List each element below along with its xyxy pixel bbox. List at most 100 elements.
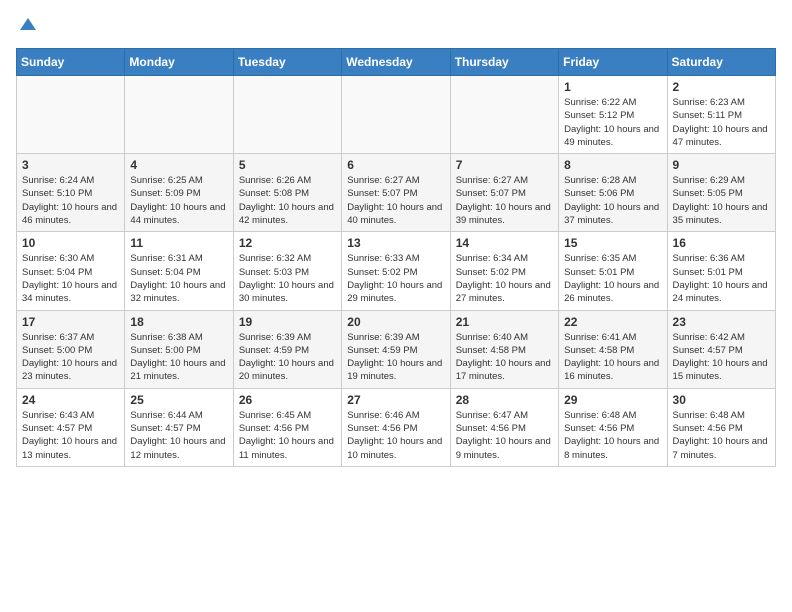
cell-content: Sunrise: 6:34 AMSunset: 5:02 PMDaylight:…: [456, 252, 553, 305]
cell-content: Sunrise: 6:32 AMSunset: 5:03 PMDaylight:…: [239, 252, 336, 305]
calendar-cell: 4Sunrise: 6:25 AMSunset: 5:09 PMDaylight…: [125, 154, 233, 232]
calendar-cell: [342, 76, 450, 154]
calendar-cell: 16 Sunrise: 6:36 AMSunset: 5:01 PMDayligh…: [667, 232, 775, 310]
cell-content: Sunrise: 6:35 AMSunset: 5:01 PMDaylight:…: [564, 252, 661, 305]
cell-content: Sunrise: 6:45 AMSunset: 4:56 PMDaylight:…: [239, 409, 336, 462]
cell-content: Sunrise: 6:41 AMSunset: 4:58 PMDaylight:…: [564, 331, 661, 384]
calendar-week-row: 1Sunrise: 6:22 AMSunset: 5:12 PMDaylight…: [17, 76, 776, 154]
weekday-header: Friday: [559, 49, 667, 76]
day-number: 29: [564, 393, 661, 407]
calendar-cell: 5 Sunrise: 6:26 AMSunset: 5:08 PMDaylight…: [233, 154, 341, 232]
calendar-cell: 24Sunrise: 6:43 AMSunset: 4:57 PMDayligh…: [17, 388, 125, 466]
day-number: 8: [564, 158, 661, 172]
logo: [16, 16, 38, 36]
day-number: 28: [456, 393, 553, 407]
cell-content: Sunrise: 6:37 AMSunset: 5:00 PMDaylight:…: [22, 331, 119, 384]
cell-content: Sunrise: 6:24 AMSunset: 5:10 PMDaylight:…: [22, 174, 119, 227]
cell-content: Sunrise: 6:39 AMSunset: 4:59 PMDaylight:…: [239, 331, 336, 384]
day-number: 25: [130, 393, 227, 407]
calendar-cell: 7 Sunrise: 6:27 AMSunset: 5:07 PMDaylight…: [450, 154, 558, 232]
calendar-cell: 15 Sunrise: 6:35 AMSunset: 5:01 PMDayligh…: [559, 232, 667, 310]
cell-content: Sunrise: 6:48 AMSunset: 4:56 PMDaylight:…: [564, 409, 661, 462]
day-number: 11: [130, 236, 227, 250]
calendar-cell: 26 Sunrise: 6:45 AMSunset: 4:56 PMDayligh…: [233, 388, 341, 466]
cell-content: Sunrise: 6:36 AMSunset: 5:01 PMDaylight:…: [673, 252, 770, 305]
day-number: 6: [347, 158, 444, 172]
cell-content: Sunrise: 6:26 AMSunset: 5:08 PMDaylight:…: [239, 174, 336, 227]
cell-content: Sunrise: 6:47 AMSunset: 4:56 PMDaylight:…: [456, 409, 553, 462]
day-number: 26: [239, 393, 336, 407]
cell-content: Sunrise: 6:28 AMSunset: 5:06 PMDaylight:…: [564, 174, 661, 227]
day-number: 23: [673, 315, 770, 329]
cell-content: Sunrise: 6:43 AMSunset: 4:57 PMDaylight:…: [22, 409, 119, 462]
logo-icon: [18, 16, 38, 36]
day-number: 15: [564, 236, 661, 250]
calendar-cell: 6 Sunrise: 6:27 AMSunset: 5:07 PMDaylight…: [342, 154, 450, 232]
day-number: 10: [22, 236, 119, 250]
weekday-header: Saturday: [667, 49, 775, 76]
day-number: 30: [673, 393, 770, 407]
weekday-header: Monday: [125, 49, 233, 76]
calendar-cell: 11 Sunrise: 6:31 AMSunset: 5:04 PMDayligh…: [125, 232, 233, 310]
calendar-cell: 30 Sunrise: 6:48 AMSunset: 4:56 PMDayligh…: [667, 388, 775, 466]
calendar-cell: 12 Sunrise: 6:32 AMSunset: 5:03 PMDayligh…: [233, 232, 341, 310]
calendar-cell: 18 Sunrise: 6:38 AMSunset: 5:00 PMDayligh…: [125, 310, 233, 388]
calendar-week-row: 3 Sunrise: 6:24 AMSunset: 5:10 PMDaylight…: [17, 154, 776, 232]
day-number: 9: [673, 158, 770, 172]
calendar-cell: [450, 76, 558, 154]
calendar-cell: [125, 76, 233, 154]
weekday-header: Sunday: [17, 49, 125, 76]
day-number: 12: [239, 236, 336, 250]
cell-content: Sunrise: 6:42 AMSunset: 4:57 PMDaylight:…: [673, 331, 770, 384]
calendar-cell: 25Sunrise: 6:44 AMSunset: 4:57 PMDayligh…: [125, 388, 233, 466]
cell-content: Sunrise: 6:48 AMSunset: 4:56 PMDaylight:…: [673, 409, 770, 462]
calendar-cell: 3 Sunrise: 6:24 AMSunset: 5:10 PMDaylight…: [17, 154, 125, 232]
calendar-cell: 8 Sunrise: 6:28 AMSunset: 5:06 PMDaylight…: [559, 154, 667, 232]
calendar-week-row: 17 Sunrise: 6:37 AMSunset: 5:00 PMDayligh…: [17, 310, 776, 388]
cell-content: Sunrise: 6:22 AMSunset: 5:12 PMDaylight:…: [564, 96, 661, 149]
cell-content: Sunrise: 6:29 AMSunset: 5:05 PMDaylight:…: [673, 174, 770, 227]
calendar-week-row: 24Sunrise: 6:43 AMSunset: 4:57 PMDayligh…: [17, 388, 776, 466]
day-number: 17: [22, 315, 119, 329]
calendar-cell: 19 Sunrise: 6:39 AMSunset: 4:59 PMDayligh…: [233, 310, 341, 388]
day-number: 5: [239, 158, 336, 172]
weekday-header: Tuesday: [233, 49, 341, 76]
day-number: 7: [456, 158, 553, 172]
day-number: 19: [239, 315, 336, 329]
cell-content: Sunrise: 6:27 AMSunset: 5:07 PMDaylight:…: [456, 174, 553, 227]
calendar-cell: [233, 76, 341, 154]
calendar-cell: 10 Sunrise: 6:30 AMSunset: 5:04 PMDayligh…: [17, 232, 125, 310]
cell-content: Sunrise: 6:40 AMSunset: 4:58 PMDaylight:…: [456, 331, 553, 384]
calendar-cell: [17, 76, 125, 154]
cell-content: Sunrise: 6:38 AMSunset: 5:00 PMDaylight:…: [130, 331, 227, 384]
day-number: 14: [456, 236, 553, 250]
day-number: 3: [22, 158, 119, 172]
calendar-table: SundayMondayTuesdayWednesdayThursdayFrid…: [16, 48, 776, 467]
cell-content: Sunrise: 6:30 AMSunset: 5:04 PMDaylight:…: [22, 252, 119, 305]
calendar-cell: 20Sunrise: 6:39 AMSunset: 4:59 PMDayligh…: [342, 310, 450, 388]
calendar-cell: 23 Sunrise: 6:42 AMSunset: 4:57 PMDayligh…: [667, 310, 775, 388]
calendar-cell: 1Sunrise: 6:22 AMSunset: 5:12 PMDaylight…: [559, 76, 667, 154]
day-number: 16: [673, 236, 770, 250]
day-number: 18: [130, 315, 227, 329]
calendar-cell: 14 Sunrise: 6:34 AMSunset: 5:02 PMDayligh…: [450, 232, 558, 310]
cell-content: Sunrise: 6:39 AMSunset: 4:59 PMDaylight:…: [347, 331, 444, 384]
day-number: 2: [673, 80, 770, 94]
day-number: 13: [347, 236, 444, 250]
calendar-cell: 29 Sunrise: 6:48 AMSunset: 4:56 PMDayligh…: [559, 388, 667, 466]
cell-content: Sunrise: 6:31 AMSunset: 5:04 PMDaylight:…: [130, 252, 227, 305]
calendar-cell: 28 Sunrise: 6:47 AMSunset: 4:56 PMDayligh…: [450, 388, 558, 466]
calendar-cell: 9 Sunrise: 6:29 AMSunset: 5:05 PMDaylight…: [667, 154, 775, 232]
day-number: 4: [130, 158, 227, 172]
weekday-header-row: SundayMondayTuesdayWednesdayThursdayFrid…: [17, 49, 776, 76]
cell-content: Sunrise: 6:27 AMSunset: 5:07 PMDaylight:…: [347, 174, 444, 227]
day-number: 21: [456, 315, 553, 329]
calendar-cell: 17 Sunrise: 6:37 AMSunset: 5:00 PMDayligh…: [17, 310, 125, 388]
calendar-cell: 13Sunrise: 6:33 AMSunset: 5:02 PMDayligh…: [342, 232, 450, 310]
day-number: 22: [564, 315, 661, 329]
calendar-cell: 27Sunrise: 6:46 AMSunset: 4:56 PMDayligh…: [342, 388, 450, 466]
calendar-week-row: 10 Sunrise: 6:30 AMSunset: 5:04 PMDayligh…: [17, 232, 776, 310]
weekday-header: Wednesday: [342, 49, 450, 76]
cell-content: Sunrise: 6:46 AMSunset: 4:56 PMDaylight:…: [347, 409, 444, 462]
cell-content: Sunrise: 6:23 AMSunset: 5:11 PMDaylight:…: [673, 96, 770, 149]
